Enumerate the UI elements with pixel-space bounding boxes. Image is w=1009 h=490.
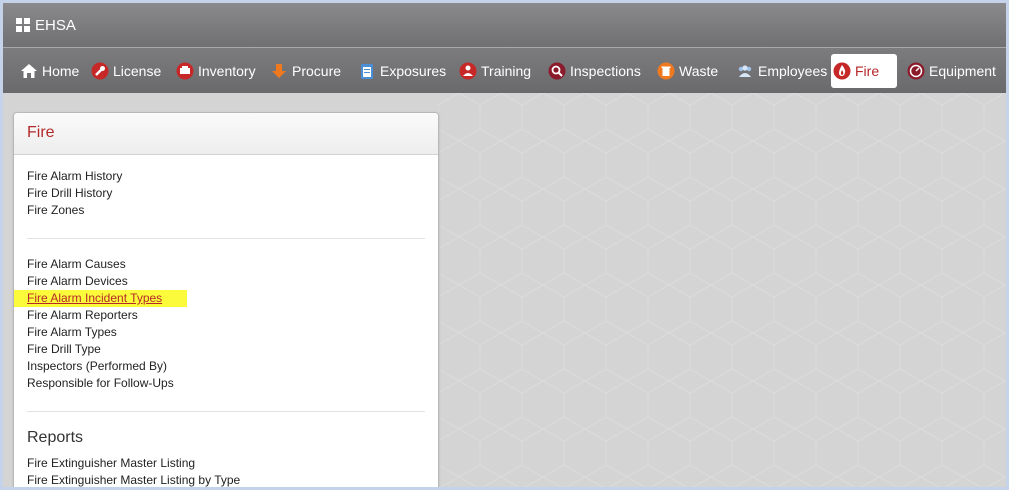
app-window: EHSA Home License Inventory Procure Expo… bbox=[3, 3, 1006, 487]
fire-history-list: Fire Alarm History Fire Drill History Fi… bbox=[27, 168, 122, 219]
wrench-icon bbox=[91, 62, 109, 80]
nav-employees[interactable]: Employees bbox=[734, 54, 833, 88]
link-fire-zones[interactable]: Fire Zones bbox=[27, 202, 122, 219]
gauge-icon bbox=[907, 62, 925, 80]
nav-inspections[interactable]: Inspections bbox=[546, 54, 647, 88]
nav-inventory[interactable]: Inventory bbox=[174, 54, 262, 88]
fire-setup-list: Fire Alarm Causes Fire Alarm Devices Fir… bbox=[14, 256, 187, 392]
link-fire-alarm-incident-types[interactable]: Fire Alarm Incident Types bbox=[14, 290, 187, 307]
clipboard-icon bbox=[361, 64, 373, 79]
reports-heading: Reports bbox=[27, 429, 84, 446]
nav-waste[interactable]: Waste bbox=[655, 54, 724, 88]
trash-icon bbox=[657, 62, 675, 80]
link-extinguisher-master-listing-by-type[interactable]: Fire Extinguisher Master Listing by Type bbox=[27, 472, 240, 487]
inventory-icon bbox=[176, 62, 194, 80]
nav-training[interactable]: Training bbox=[457, 54, 537, 88]
link-inspectors[interactable]: Inspectors (Performed By) bbox=[27, 358, 187, 375]
home-icon bbox=[21, 64, 37, 78]
hex-background bbox=[438, 93, 1006, 487]
link-fire-alarm-devices[interactable]: Fire Alarm Devices bbox=[27, 273, 187, 290]
main-nav: Home License Inventory Procure Exposures… bbox=[3, 48, 1006, 93]
app-title: EHSA bbox=[35, 16, 76, 34]
divider bbox=[27, 411, 425, 412]
grid-icon bbox=[16, 18, 30, 32]
link-fire-alarm-history[interactable]: Fire Alarm History bbox=[27, 168, 122, 185]
nav-home[interactable]: Home bbox=[18, 54, 85, 88]
link-fire-alarm-types[interactable]: Fire Alarm Types bbox=[27, 324, 187, 341]
reports-list: Fire Extinguisher Master Listing Fire Ex… bbox=[27, 455, 240, 487]
fire-panel: Fire Fire Alarm History Fire Drill Histo… bbox=[13, 112, 439, 487]
panel-title: Fire bbox=[27, 124, 55, 141]
down-arrow-icon bbox=[272, 64, 286, 78]
link-fire-drill-history[interactable]: Fire Drill History bbox=[27, 185, 122, 202]
panel-header: Fire bbox=[14, 113, 438, 155]
nav-fire[interactable]: Fire bbox=[831, 54, 897, 88]
nav-equipment[interactable]: Equipment bbox=[905, 54, 1002, 88]
nav-license[interactable]: License bbox=[89, 54, 167, 88]
link-fire-alarm-causes[interactable]: Fire Alarm Causes bbox=[27, 256, 187, 273]
magnifier-icon bbox=[548, 62, 566, 80]
divider bbox=[27, 238, 425, 239]
link-extinguisher-master-listing[interactable]: Fire Extinguisher Master Listing bbox=[27, 455, 240, 472]
training-icon bbox=[459, 62, 477, 80]
nav-exposures[interactable]: Exposures bbox=[356, 54, 452, 88]
nav-procure[interactable]: Procure bbox=[268, 54, 347, 88]
link-responsible-follow-ups[interactable]: Responsible for Follow-Ups bbox=[27, 375, 187, 392]
brand[interactable]: EHSA bbox=[16, 16, 76, 34]
link-fire-drill-type[interactable]: Fire Drill Type bbox=[27, 341, 187, 358]
link-fire-alarm-reporters[interactable]: Fire Alarm Reporters bbox=[27, 307, 187, 324]
people-icon bbox=[738, 65, 752, 77]
top-bar: EHSA bbox=[3, 3, 1006, 48]
flame-icon bbox=[833, 62, 851, 80]
